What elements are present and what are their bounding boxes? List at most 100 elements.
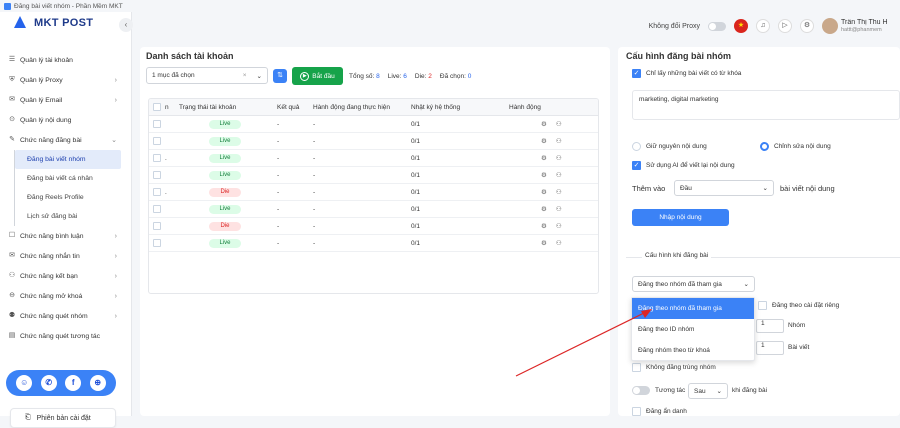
group-count-input[interactable]: 1: [756, 319, 784, 333]
schedule-checkbox[interactable]: [758, 301, 767, 310]
sidebar-subitem-history[interactable]: Lịch sử đăng bài: [15, 207, 131, 226]
sidebar-item-label: Chức năng quét nhóm: [20, 312, 88, 320]
post-mode-option[interactable]: Đăng theo nhóm đã tham gia: [632, 298, 754, 319]
sidebar-item-label: Chức năng bình luận: [20, 232, 84, 240]
sidebar-item-scan-interaction[interactable]: ▤ Chức năng quét tương tác: [0, 326, 131, 346]
sidebar-item-friend[interactable]: ⚇ Chức năng kết bạn ›: [0, 266, 131, 286]
sidebar-item-comment[interactable]: ☐ Chức năng bình luận ›: [0, 226, 131, 246]
globe-icon[interactable]: ⊕: [89, 375, 106, 391]
edit-content-option[interactable]: Chỉnh sửa nội dung: [760, 142, 831, 151]
table-row[interactable]: . Live - - 0/1 ⚙ ⚇: [149, 150, 598, 167]
no-duplicate-option[interactable]: Không đăng trùng nhóm: [632, 363, 716, 372]
row-checkbox[interactable]: [153, 171, 161, 179]
row-checkbox[interactable]: [153, 137, 161, 145]
settings-icon[interactable]: ⚙: [541, 154, 547, 162]
facebook-icon[interactable]: f: [65, 375, 82, 391]
add-to-select[interactable]: Đầu ⌄: [674, 180, 774, 196]
row-checkbox[interactable]: [153, 205, 161, 213]
users-icon[interactable]: ⚇: [556, 205, 562, 213]
edit-content-radio[interactable]: [760, 142, 769, 151]
sidebar-subitem-group-post[interactable]: Đăng bài viết nhóm: [15, 150, 121, 169]
row-checkbox[interactable]: [153, 222, 161, 230]
post-mode-option[interactable]: Đăng theo ID nhóm: [632, 319, 754, 340]
config-title: Cấu hình đăng bài nhóm: [626, 51, 731, 61]
proxy-toggle[interactable]: [708, 21, 726, 31]
table-row[interactable]: Die - - 0/1 ⚙ ⚇: [149, 218, 598, 235]
support-icon[interactable]: ☺: [16, 375, 33, 391]
schedule-option[interactable]: Đăng theo cài đặt riêng: [758, 301, 839, 310]
sidebar-item-content[interactable]: ⊙ Quản lý nội dung: [0, 110, 131, 130]
table-row[interactable]: Live - - 0/1 ⚙ ⚇: [149, 235, 598, 252]
settings-icon[interactable]: ⚙: [541, 188, 547, 196]
sidebar-subitem-reels[interactable]: Đăng Reels Profile: [15, 188, 131, 207]
row-checkbox[interactable]: [153, 239, 161, 247]
play-icon[interactable]: ▷: [778, 19, 792, 33]
anonymous-option[interactable]: Đăng ẩn danh: [632, 407, 687, 416]
users-icon[interactable]: ⚇: [556, 120, 562, 128]
users-icon[interactable]: ⚇: [556, 222, 562, 230]
post-mode-option[interactable]: Đăng nhóm theo từ khoá: [632, 340, 754, 361]
user-email: hattt@phanmem: [841, 27, 882, 33]
sidebar-item-posting[interactable]: ✎ Chức năng đăng bài ⌄: [0, 130, 131, 150]
no-duplicate-checkbox[interactable]: [632, 363, 641, 372]
keep-content-radio[interactable]: [632, 142, 641, 151]
anonymous-checkbox[interactable]: [632, 407, 641, 416]
table-row[interactable]: . Die - - 0/1 ⚙ ⚇: [149, 184, 598, 201]
account-list-panel: Danh sách tài khoản 1 mục đã chọn × ⌄ ⇅ …: [140, 47, 610, 416]
user-profile[interactable]: Trần Thị Thu H hattt@phanmem: [822, 18, 900, 34]
sidebar-collapse-button[interactable]: ‹: [119, 18, 133, 32]
gear-icon[interactable]: ⚙: [800, 19, 814, 33]
account-select[interactable]: 1 mục đã chọn × ⌄: [146, 67, 268, 84]
sidebar-item-label: Quản lý Proxy: [20, 76, 63, 84]
sidebar-subitem-personal-post[interactable]: Đăng bài viết cá nhân: [15, 169, 131, 188]
users-icon[interactable]: ⚇: [556, 171, 562, 179]
users-icon[interactable]: ⚇: [556, 239, 562, 247]
messenger-icon[interactable]: ✆: [40, 375, 57, 391]
settings-icon[interactable]: ⚙: [541, 120, 547, 128]
table-row[interactable]: Live - - 0/1 ⚙ ⚇: [149, 167, 598, 184]
interact-toggle[interactable]: [632, 386, 650, 395]
log-cell: 0/1: [411, 137, 421, 145]
filter-button[interactable]: ⇅: [273, 69, 287, 83]
sidebar-item-scan-group[interactable]: ⚉ Chức năng quét nhóm ›: [0, 306, 131, 326]
sidebar-item-accounts[interactable]: ☰ Quản lý tài khoản: [0, 50, 131, 70]
post-mode-select[interactable]: Đăng theo nhóm đã tham gia ⌄: [632, 276, 755, 292]
post-count-input[interactable]: 1: [756, 341, 784, 355]
sidebar-item-unlock[interactable]: ⊖ Chức năng mở khoá ›: [0, 286, 131, 306]
sidebar-item-email[interactable]: ✉ Quản lý Email ›: [0, 90, 131, 110]
settings-icon[interactable]: ⚙: [541, 239, 547, 247]
table-row[interactable]: Live - - 0/1 ⚙ ⚇: [149, 133, 598, 150]
sidebar-item-proxy[interactable]: ⛨ Quản lý Proxy ›: [0, 70, 131, 90]
clear-icon[interactable]: ×: [243, 72, 247, 79]
account-table: n Trạng thái tài khoản Kết quả Hành động…: [148, 98, 599, 294]
keywords-input[interactable]: marketing, digital marketing: [632, 90, 900, 120]
row-checkbox[interactable]: [153, 120, 161, 128]
row-number: .: [165, 154, 167, 162]
ai-rewrite-checkbox[interactable]: ✓: [632, 161, 641, 170]
users-icon[interactable]: ⚇: [556, 154, 562, 162]
keyword-only-option[interactable]: ✓ Chỉ lấy những bài viết có từ khóa: [632, 69, 741, 78]
interact-select[interactable]: Sau ⌄: [688, 383, 728, 399]
sidebar-item-label: Chức năng mở khoá: [20, 292, 83, 300]
users-icon[interactable]: ⚇: [556, 137, 562, 145]
table-row[interactable]: Live - - 0/1 ⚙ ⚇: [149, 201, 598, 218]
select-all-checkbox[interactable]: [153, 103, 161, 111]
users-icon[interactable]: ⚇: [556, 188, 562, 196]
bell-icon[interactable]: ♫: [756, 19, 770, 33]
settings-icon[interactable]: ⚙: [541, 222, 547, 230]
row-checkbox[interactable]: [153, 188, 161, 196]
keep-content-option[interactable]: Giữ nguyên nội dung: [632, 142, 707, 151]
table-row[interactable]: Live - - 0/1 ⚙ ⚇: [149, 116, 598, 133]
settings-icon[interactable]: ⚙: [541, 205, 547, 213]
keyword-only-checkbox[interactable]: ✓: [632, 69, 641, 78]
vietnam-flag-icon[interactable]: ★: [734, 19, 748, 33]
start-button[interactable]: ▶ Bắt đầu: [292, 67, 343, 85]
row-checkbox[interactable]: [153, 154, 161, 162]
settings-icon[interactable]: ⚙: [541, 171, 547, 179]
post-mode-dropdown: Đăng theo nhóm đã tham gia Đăng theo ID …: [631, 297, 755, 361]
ai-rewrite-option[interactable]: ✓ Sử dụng AI để viết lại nội dung: [632, 161, 735, 170]
version-button[interactable]: ⎗ Phiên bản cài đặt: [10, 408, 116, 428]
sidebar-item-message[interactable]: ✉ Chức năng nhắn tin ›: [0, 246, 131, 266]
enter-content-button[interactable]: Nhập nội dung: [632, 209, 729, 226]
settings-icon[interactable]: ⚙: [541, 137, 547, 145]
